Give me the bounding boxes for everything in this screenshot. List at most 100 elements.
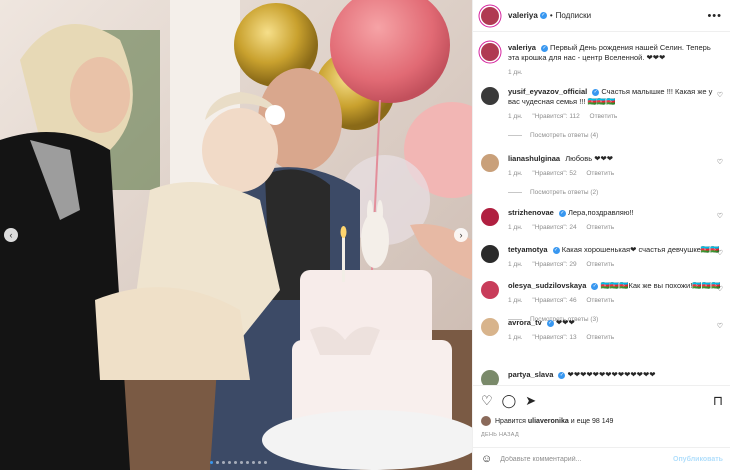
comment-item: strizhenovae ✓ Лера,поздравляю!! 1 дн. "Н…: [473, 208, 730, 233]
verified-badge-icon: ✓: [540, 44, 548, 52]
view-replies-label: Посмотреть ответы (2): [530, 189, 599, 196]
comment-like-heart-icon[interactable]: ♡: [717, 322, 723, 330]
commenter-username[interactable]: strizhenovae: [508, 208, 554, 217]
commenter-username[interactable]: lianashulginaa: [508, 154, 560, 163]
comment-like-heart-icon[interactable]: ♡: [717, 91, 723, 99]
comment-time[interactable]: 1 дн.: [508, 224, 523, 231]
comment-text: Лера,поздравляю!!: [567, 208, 634, 217]
commenter-avatar[interactable]: [481, 245, 499, 263]
commenter-username[interactable]: tetyamotya: [508, 245, 548, 254]
comment-text: ❤❤❤❤❤❤❤❤❤❤❤❤❤❤: [567, 370, 656, 379]
birthday-photo-illustration: [0, 0, 472, 470]
carousel-dot: [228, 461, 231, 464]
reply-button[interactable]: Ответить: [586, 297, 614, 304]
heart-icon[interactable]: ♡: [481, 394, 493, 407]
comment-text: Какая хорошенькая❤ счастья девчушке🇦🇿🇦🇿: [561, 245, 720, 254]
carousel-dot: [222, 461, 225, 464]
view-replies-button[interactable]: Посмотреть ответы (4): [508, 132, 730, 139]
comment-likes[interactable]: "Нравится": 112: [532, 113, 579, 120]
post-caption: valeriya ✓ Первый День рождения нашей Сел…: [473, 33, 730, 83]
carousel-dot: [210, 461, 213, 464]
view-replies-label: Посмотреть ответы (4): [530, 132, 599, 139]
comment-item: olesya_sudzilovskaya ✓ 🇦🇿🇦🇿🇦🇿Как же вы по…: [473, 281, 730, 323]
commenter-avatar[interactable]: [481, 208, 499, 226]
post-date[interactable]: ДЕНЬ НАЗАД: [481, 432, 723, 438]
header-separator: •: [549, 11, 553, 20]
comment-likes[interactable]: "Нравится": 46: [532, 297, 576, 304]
reply-button[interactable]: Ответить: [586, 170, 614, 177]
commenter-username[interactable]: olesya_sudzilovskaya: [508, 281, 586, 290]
verified-badge-icon: ✓: [592, 88, 600, 96]
author-avatar[interactable]: [481, 6, 499, 25]
replies-divider: [508, 135, 522, 136]
commenter-avatar[interactable]: [481, 154, 499, 172]
caption-username[interactable]: valeriya: [508, 43, 536, 52]
likes-prefix: Нравится: [495, 417, 526, 425]
post-header: valeriya ✓ • Подписки •••: [473, 0, 730, 32]
likes-count[interactable]: и еще 98 149: [571, 418, 614, 425]
share-icon[interactable]: ➤: [525, 394, 536, 407]
verified-badge-icon: ✓: [591, 282, 599, 290]
carousel-dot: [258, 461, 261, 464]
comment-like-heart-icon[interactable]: ♡: [717, 158, 723, 166]
comment-likes[interactable]: "Нравится": 24: [532, 224, 576, 231]
commenter-avatar[interactable]: [481, 318, 499, 336]
caption-text: Первый День рождения нашей Селин. Теперь…: [508, 43, 711, 62]
comment-input[interactable]: [500, 455, 673, 463]
carousel-dot: [240, 461, 243, 464]
comment-item: avrora_tv ✓ ❤❤❤ 1 дн. "Нравится": 13 Отве…: [473, 318, 730, 343]
author-username[interactable]: valeriya: [508, 11, 538, 20]
more-icon[interactable]: •••: [707, 10, 722, 22]
comment-time[interactable]: 1 дн.: [508, 297, 523, 304]
comments-list[interactable]: valeriya ✓ Первый День рождения нашей Сел…: [473, 33, 730, 385]
likes-summary[interactable]: Нравится uliaveronika и еще 98 149: [481, 416, 723, 426]
carousel-dot: [264, 461, 267, 464]
comment-likes[interactable]: "Нравится": 29: [532, 261, 576, 268]
commenter-avatar[interactable]: [481, 281, 499, 299]
publish-button[interactable]: Опубликовать: [673, 456, 723, 463]
carousel-dot: [252, 461, 255, 464]
reply-button[interactable]: Ответить: [586, 261, 614, 268]
verified-badge-icon: ✓: [539, 12, 547, 19]
reply-button[interactable]: Ответить: [590, 113, 618, 120]
bookmark-icon[interactable]: ⊓: [713, 394, 723, 407]
caption-time[interactable]: 1 дн.: [508, 69, 523, 76]
comment-time[interactable]: 1 дн.: [508, 170, 523, 177]
add-comment-bar: ☺ Опубликовать: [473, 447, 730, 470]
comment-like-heart-icon[interactable]: ♡: [717, 212, 723, 220]
carousel-next-button[interactable]: ›: [454, 228, 468, 242]
commenter-avatar[interactable]: [481, 87, 499, 105]
caption-avatar[interactable]: [481, 43, 499, 61]
comment-time[interactable]: 1 дн.: [508, 334, 523, 341]
view-replies-button[interactable]: Посмотреть ответы (2): [508, 189, 730, 196]
verified-badge-icon: ✓: [546, 319, 554, 327]
post-photo[interactable]: ‹ ›: [0, 0, 472, 470]
commenter-username[interactable]: partya_slava: [508, 370, 553, 379]
comment-item: yusif_eyvazov_official ✓ Счастья малышке …: [473, 87, 730, 139]
reply-button[interactable]: Ответить: [586, 334, 614, 341]
comment-likes[interactable]: "Нравится": 52: [532, 170, 576, 177]
chevron-left-icon: ‹: [9, 229, 13, 240]
comment-icon[interactable]: ◯: [502, 394, 517, 407]
comment-likes[interactable]: "Нравится": 13: [532, 334, 576, 341]
carousel-dot: [234, 461, 237, 464]
liker-avatar: [481, 416, 491, 426]
comment-item: tetyamotya ✓ Какая хорошенькая❤ счастья д…: [473, 245, 730, 270]
follow-status-button[interactable]: Подписки: [556, 11, 591, 20]
commenter-username[interactable]: yusif_eyvazov_official: [508, 87, 587, 96]
comment-item: partya_slava ✓ ❤❤❤❤❤❤❤❤❤❤❤❤❤❤: [473, 370, 730, 385]
comment-time[interactable]: 1 дн.: [508, 261, 523, 268]
emoji-icon[interactable]: ☺: [481, 453, 492, 465]
reply-button[interactable]: Ответить: [586, 224, 614, 231]
verified-badge-icon: ✓: [552, 246, 560, 254]
carousel-dot: [246, 461, 249, 464]
comment-time[interactable]: 1 дн.: [508, 113, 523, 120]
commenter-avatar[interactable]: [481, 370, 499, 385]
commenter-username[interactable]: avrora_tv: [508, 318, 542, 327]
liker-username[interactable]: uliaveronika: [528, 418, 569, 425]
carousel-prev-button[interactable]: ‹: [4, 228, 18, 242]
comment-text: Любовь ❤❤❤: [565, 154, 614, 163]
comment-like-heart-icon[interactable]: ♡: [717, 249, 723, 257]
verified-badge-icon: ✓: [558, 209, 566, 217]
comment-like-heart-icon[interactable]: ♡: [717, 285, 723, 293]
